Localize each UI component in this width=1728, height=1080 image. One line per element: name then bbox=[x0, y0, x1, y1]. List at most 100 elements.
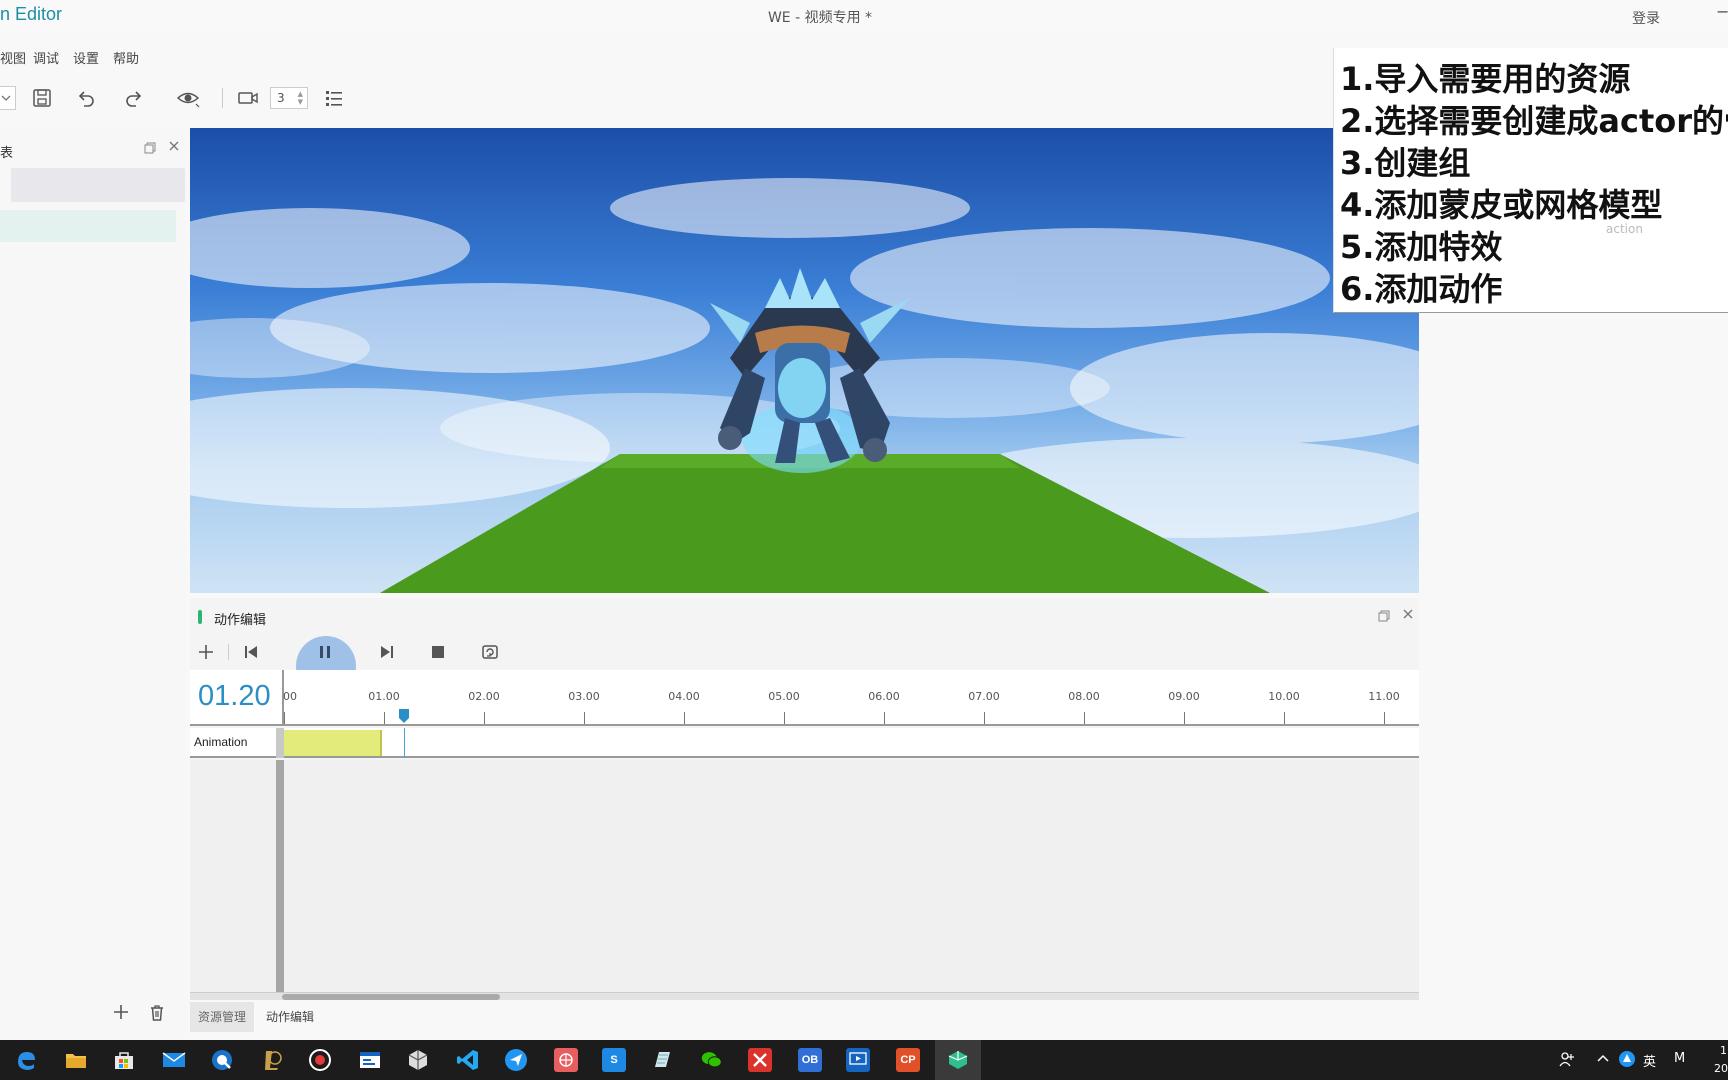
toolbar: 3 ▲ ▼ bbox=[0, 80, 400, 116]
list-item[interactable] bbox=[11, 168, 185, 202]
left-panel-float-button[interactable] bbox=[144, 142, 156, 157]
track-area[interactable] bbox=[190, 760, 1419, 992]
ime-indicator[interactable]: 英 bbox=[1643, 1051, 1656, 1070]
stop-button[interactable] bbox=[428, 642, 448, 662]
tick-label: 10.00 bbox=[1268, 690, 1300, 703]
redo-button[interactable] bbox=[122, 86, 146, 110]
wechat-icon[interactable] bbox=[700, 1048, 724, 1072]
paper-plane-icon[interactable] bbox=[504, 1048, 528, 1072]
title-bar: n Editor WE - 视频专用 * 登录 − bbox=[0, 0, 1728, 34]
eye-icon bbox=[176, 92, 200, 108]
editor-app-icon[interactable] bbox=[946, 1048, 970, 1072]
video-camera-icon bbox=[238, 92, 258, 104]
step-line-6: 6.添加动作 bbox=[1340, 270, 1503, 308]
menu-view[interactable]: 视图 bbox=[0, 48, 26, 67]
horizontal-scrollbar[interactable] bbox=[190, 992, 1419, 1000]
delete-item-button[interactable] bbox=[148, 1004, 166, 1026]
panel-accent-bar bbox=[198, 610, 202, 624]
camera-count-stepper[interactable]: 3 ▲ ▼ bbox=[270, 87, 308, 109]
anim-panel-close-button[interactable] bbox=[1402, 608, 1414, 623]
recorder-icon[interactable] bbox=[308, 1048, 332, 1072]
s-app-icon[interactable]: S bbox=[602, 1048, 626, 1072]
tick-line bbox=[1184, 712, 1185, 724]
tab-animation-editor[interactable]: 动作编辑 bbox=[258, 1002, 322, 1032]
notes-app-icon[interactable] bbox=[650, 1048, 674, 1072]
tick-line bbox=[284, 712, 285, 724]
tick-label: 03.00 bbox=[568, 690, 600, 703]
minimize-button[interactable]: − bbox=[1716, 2, 1728, 21]
list-button[interactable] bbox=[322, 86, 346, 110]
clock-time[interactable]: 1 bbox=[1720, 1044, 1727, 1057]
faint-action-label: action bbox=[1606, 222, 1643, 236]
left-panel: 表 bbox=[0, 130, 186, 1040]
tick-label: 06.00 bbox=[868, 690, 900, 703]
tick-line bbox=[684, 712, 685, 724]
login-button[interactable]: 登录 bbox=[1632, 8, 1660, 28]
scene-viewport[interactable] bbox=[190, 128, 1419, 593]
tick-label: 04.00 bbox=[668, 690, 700, 703]
timeline-ruler[interactable]: 01.20 00 01.00 02.00 03.00 04.00 05.00 06.00 07… bbox=[190, 670, 1419, 726]
menu-debug[interactable]: 调试 bbox=[33, 48, 59, 67]
undo-button[interactable] bbox=[74, 86, 98, 110]
tick-line bbox=[484, 712, 485, 724]
step-back-button[interactable] bbox=[242, 642, 262, 662]
xmind-icon[interactable] bbox=[748, 1048, 772, 1072]
store-icon[interactable] bbox=[112, 1048, 136, 1072]
pattern-app-icon[interactable] bbox=[554, 1048, 578, 1072]
ob-app-icon[interactable]: OB bbox=[798, 1048, 822, 1072]
people-icon[interactable] bbox=[1558, 1050, 1576, 1072]
tick-label: 05.00 bbox=[768, 690, 800, 703]
save-button[interactable] bbox=[30, 86, 54, 110]
controls-separator bbox=[228, 644, 229, 660]
anim-panel-float-button[interactable] bbox=[1378, 610, 1390, 625]
clock-date[interactable]: 202 bbox=[1714, 1062, 1728, 1075]
tick-line bbox=[1284, 712, 1285, 724]
game-client-icon[interactable] bbox=[260, 1048, 284, 1072]
vscode-icon[interactable] bbox=[456, 1048, 480, 1072]
float-window-icon bbox=[1378, 610, 1390, 622]
track-row[interactable]: Animation bbox=[190, 728, 1419, 758]
menu-help[interactable]: 帮助 bbox=[113, 48, 139, 67]
tick-label: 09.00 bbox=[1168, 690, 1200, 703]
loop-button[interactable] bbox=[480, 642, 500, 662]
playhead-handle[interactable] bbox=[398, 708, 410, 724]
mail-icon[interactable] bbox=[162, 1048, 186, 1072]
camera-button[interactable] bbox=[236, 86, 260, 110]
tick-line bbox=[584, 712, 585, 724]
current-time-display: 01.20 bbox=[198, 680, 271, 712]
layout-dropdown[interactable] bbox=[0, 86, 16, 110]
tab-resource-manager[interactable]: 资源管理 bbox=[190, 1002, 255, 1032]
network-app-icon[interactable] bbox=[1618, 1050, 1636, 1072]
tick-label: 02.00 bbox=[468, 690, 500, 703]
media-app-icon[interactable] bbox=[846, 1048, 870, 1072]
window-app-icon[interactable] bbox=[358, 1048, 382, 1072]
left-panel-close-button[interactable] bbox=[168, 140, 180, 155]
edge-icon[interactable] bbox=[14, 1048, 38, 1072]
chevron-down-icon bbox=[1, 95, 11, 101]
unity-icon[interactable] bbox=[406, 1048, 430, 1072]
cp-app-icon[interactable]: CP bbox=[896, 1048, 920, 1072]
add-item-button[interactable] bbox=[112, 1002, 130, 1027]
pause-icon bbox=[320, 646, 330, 658]
browser-icon[interactable] bbox=[210, 1048, 234, 1072]
pause-button[interactable] bbox=[316, 642, 336, 662]
file-explorer-icon[interactable] bbox=[64, 1048, 88, 1072]
taskbar: S OB CP 英 M 1 202 bbox=[0, 1040, 1728, 1080]
track-divider[interactable] bbox=[276, 728, 284, 758]
chevron-up-icon[interactable] bbox=[1596, 1052, 1610, 1068]
m-indicator[interactable]: M bbox=[1674, 1051, 1685, 1066]
visibility-button[interactable] bbox=[176, 86, 200, 110]
close-icon bbox=[169, 141, 179, 151]
window-title: WE - 视频专用 * bbox=[767, 10, 873, 26]
track-area-divider[interactable] bbox=[276, 760, 284, 992]
stepper-arrows-icon[interactable]: ▲ ▼ bbox=[298, 90, 303, 106]
menu-settings[interactable]: 设置 bbox=[73, 48, 99, 67]
add-track-button[interactable] bbox=[196, 642, 216, 662]
list-item-selected[interactable] bbox=[0, 210, 176, 242]
step-line-1: 1.导入需要用的资源 bbox=[1340, 60, 1631, 98]
scrollbar-thumb[interactable] bbox=[282, 994, 500, 1000]
tick-label: 07.00 bbox=[968, 690, 1000, 703]
animation-clip[interactable] bbox=[284, 730, 382, 756]
tutorial-steps-overlay: 1.导入需要用的资源 2.选择需要创建成actor的骨 3.创建组 4.添加蒙皮… bbox=[1333, 48, 1728, 313]
step-forward-button[interactable] bbox=[376, 642, 396, 662]
